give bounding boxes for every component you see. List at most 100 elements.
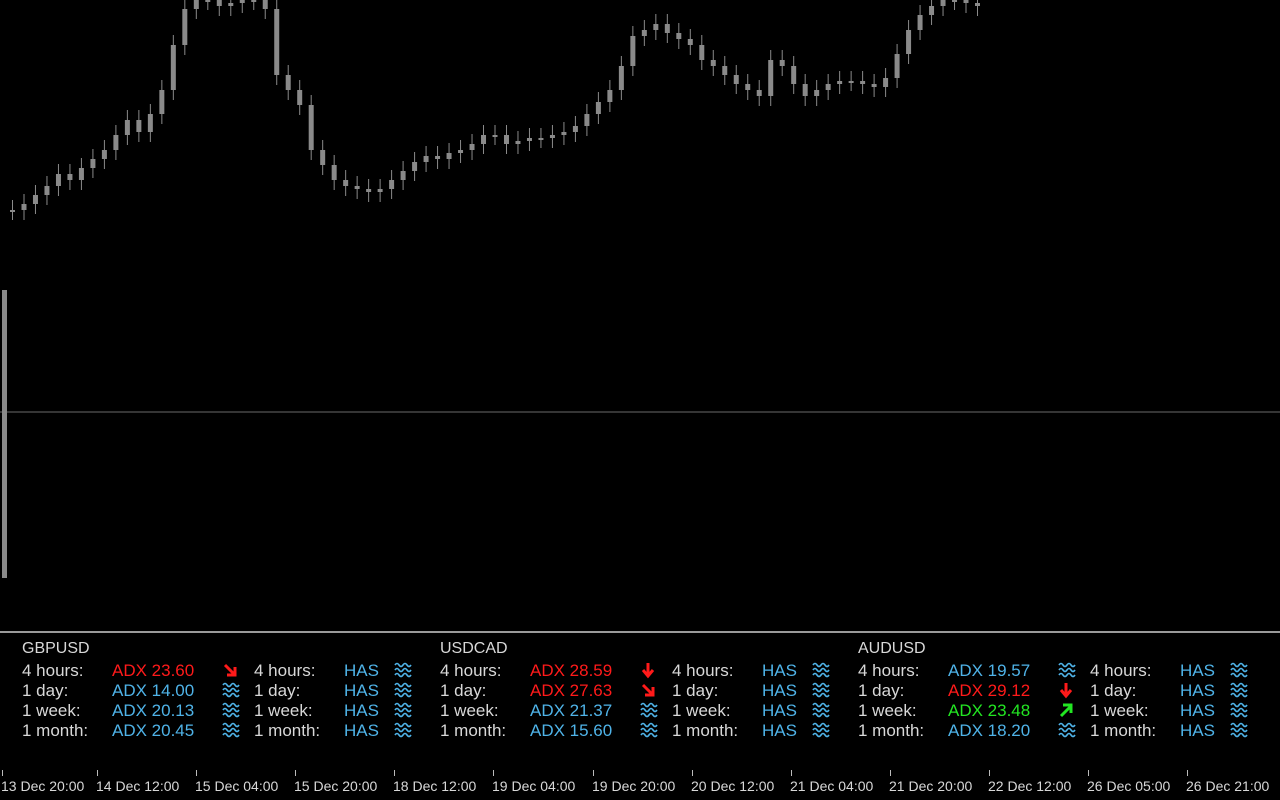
time-tick xyxy=(196,770,197,776)
has-value: HAS xyxy=(1180,681,1215,700)
candle xyxy=(308,105,314,150)
time-tick xyxy=(97,770,98,776)
adx-value: ADX 19.57 xyxy=(948,661,1031,680)
wave-icon xyxy=(394,721,412,744)
time-tick xyxy=(493,770,494,776)
candle xyxy=(561,132,567,135)
has-value: HAS xyxy=(1180,661,1215,680)
indicator-row: 1 month: ADX 18.20 1 month: HAS xyxy=(858,721,1278,741)
candle xyxy=(733,75,739,84)
time-tick-label: 20 Dec 12:00 xyxy=(691,778,775,794)
candle xyxy=(412,162,418,171)
time-tick-label: 15 Dec 20:00 xyxy=(294,778,378,794)
candle xyxy=(331,165,337,180)
adx-value: ADX 20.13 xyxy=(112,701,195,720)
candle xyxy=(239,0,245,3)
has-timeframe-label: 4 hours: xyxy=(672,661,734,680)
candle xyxy=(756,90,762,96)
candle xyxy=(687,39,693,45)
candle xyxy=(722,66,728,75)
candlestick-chart[interactable] xyxy=(0,0,1280,630)
adx-value: ADX 15.60 xyxy=(530,721,613,740)
has-timeframe-label: 1 day: xyxy=(672,681,719,700)
timeframe-label: 1 day: xyxy=(440,681,487,700)
time-tick-label: 19 Dec 20:00 xyxy=(592,778,676,794)
candle xyxy=(676,33,682,39)
timeframe-label: 1 day: xyxy=(858,681,905,700)
candle xyxy=(21,204,27,210)
candle xyxy=(170,45,176,90)
candle xyxy=(664,24,670,33)
indicator-row: 1 week: ADX 20.13 1 week: HAS xyxy=(22,701,442,721)
candle xyxy=(377,189,383,192)
has-value: HAS xyxy=(344,701,379,720)
timeframe-label: 1 day: xyxy=(22,681,69,700)
candle xyxy=(906,30,912,54)
candle xyxy=(963,0,969,3)
candle xyxy=(343,180,349,186)
timeframe-label: 1 week: xyxy=(858,701,917,720)
candle xyxy=(435,156,441,159)
candle xyxy=(101,150,107,159)
candle xyxy=(124,120,130,135)
adx-value: ADX 27.63 xyxy=(530,681,613,700)
has-timeframe-label: 1 week: xyxy=(672,701,731,720)
candle xyxy=(641,30,647,36)
candle xyxy=(113,135,119,150)
has-timeframe-label: 1 month: xyxy=(1090,721,1157,740)
candle xyxy=(618,66,624,90)
indicator-row: 1 day: ADX 27.63 1 day: HAS xyxy=(440,681,860,701)
time-tick-label: 26 Dec 21:00 xyxy=(1186,778,1270,794)
time-tick xyxy=(1088,770,1089,776)
candle xyxy=(538,138,544,140)
has-timeframe-label: 1 week: xyxy=(254,701,313,720)
candle xyxy=(44,186,50,195)
candle xyxy=(274,9,280,75)
candle xyxy=(825,84,831,90)
candle xyxy=(458,150,464,153)
timeframe-label: 4 hours: xyxy=(440,661,502,680)
adx-value: ADX 28.59 xyxy=(530,661,613,680)
has-timeframe-label: 1 month: xyxy=(672,721,739,740)
time-tick xyxy=(890,770,891,776)
has-value: HAS xyxy=(344,721,379,740)
candle xyxy=(975,3,980,6)
time-tick xyxy=(989,770,990,776)
candle xyxy=(940,0,946,6)
candle xyxy=(216,0,222,6)
candle xyxy=(745,84,751,90)
time-tick xyxy=(394,770,395,776)
timeframe-label: 1 month: xyxy=(22,721,89,740)
candle xyxy=(791,66,797,84)
wave-icon xyxy=(640,721,658,744)
has-value: HAS xyxy=(1180,701,1215,720)
candle xyxy=(262,0,268,9)
candle xyxy=(768,60,774,96)
candle xyxy=(366,189,372,192)
candle xyxy=(871,84,877,87)
wave-icon xyxy=(812,721,830,744)
panel-separator[interactable] xyxy=(0,631,1280,633)
indicator-row: 1 day: ADX 14.00 1 day: HAS xyxy=(22,681,442,701)
candle xyxy=(354,186,360,189)
timeframe-label: 1 week: xyxy=(22,701,81,720)
pair-symbol: AUDUSD xyxy=(858,640,926,657)
timeframe-label: 1 month: xyxy=(440,721,507,740)
time-tick xyxy=(692,770,693,776)
candle xyxy=(446,153,452,159)
wave-icon xyxy=(1230,721,1248,744)
candle xyxy=(584,114,590,126)
adx-value: ADX 23.48 xyxy=(948,701,1031,720)
candle xyxy=(837,81,843,84)
candle xyxy=(32,195,38,204)
price-chart[interactable] xyxy=(0,0,1280,630)
candle xyxy=(251,0,257,2)
candle xyxy=(136,120,142,132)
has-timeframe-label: 4 hours: xyxy=(1090,661,1152,680)
candle xyxy=(228,3,234,6)
has-value: HAS xyxy=(344,661,379,680)
has-timeframe-label: 4 hours: xyxy=(254,661,316,680)
adx-value: ADX 29.12 xyxy=(948,681,1031,700)
time-tick-label: 21 Dec 04:00 xyxy=(790,778,874,794)
has-value: HAS xyxy=(762,661,797,680)
